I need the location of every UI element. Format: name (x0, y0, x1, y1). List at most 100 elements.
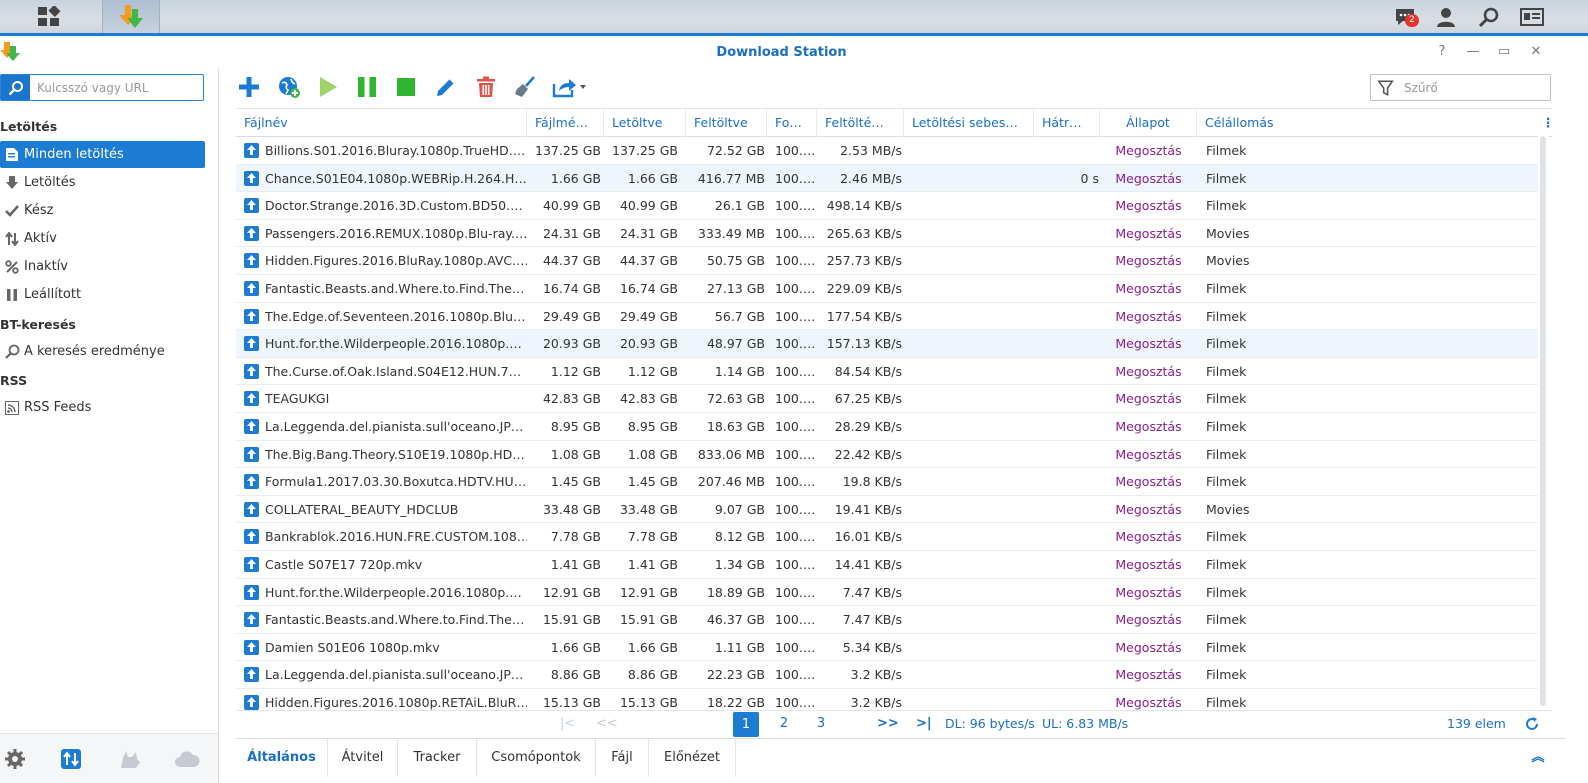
column-header-remaining[interactable]: Hátr… (1034, 109, 1100, 137)
cell-status: Megosztás (1115, 446, 1182, 462)
table-row[interactable]: The.Edge.of.Seventeen.2016.1080p.Blu… 29.… (236, 303, 1538, 331)
sidebar-item-search-results[interactable]: A keresés eredménye (0, 338, 205, 365)
column-header-uploaded[interactable]: Feltöltve (686, 109, 767, 137)
sidebar-item-active[interactable]: Aktív (0, 225, 205, 252)
help-button[interactable]: ? (1434, 44, 1450, 60)
stop-button[interactable] (393, 74, 419, 100)
table-row[interactable]: Doctor.Strange.2016.3D.Custom.BD50.… 40.9… (236, 192, 1538, 220)
column-menu-icon[interactable]: ⋮ (1538, 109, 1552, 137)
column-header-destination[interactable]: Célállomás (1197, 109, 1538, 137)
table-row[interactable]: Formula1.2017.03.30.Boxutca.HDTV.HU… 1.45… (236, 468, 1538, 496)
clear-completed-button[interactable] (512, 74, 538, 100)
share-menu-button[interactable] (551, 74, 587, 100)
last-page-button[interactable]: >| (916, 711, 932, 737)
download-station-taskbar-button[interactable] (102, 0, 160, 33)
sidebar-footer (0, 733, 218, 783)
table-row[interactable]: Fantastic.Beasts.and.Where.to.Find.The… 1… (236, 275, 1538, 303)
next-page-button[interactable]: >> (877, 711, 899, 737)
table-row[interactable]: Billions.S01.2016.Bluray.1080p.TrueHD.… 1… (236, 137, 1538, 165)
cell-uploaded: 22.23 GB (706, 667, 765, 683)
sidebar-item-downloading[interactable]: Letöltés (0, 169, 205, 196)
search-input[interactable] (30, 76, 200, 99)
tab-general[interactable]: Általános (236, 739, 328, 777)
cell-destination: Filmek (1206, 556, 1247, 572)
cell-filename: Fantastic.Beasts.and.Where.to.Find.The… (265, 280, 525, 296)
table-row[interactable]: Castle S07E17 720p.mkv 1.41 GB 1.41 GB 1.34… (236, 551, 1538, 579)
cell-size: 1.45 GB (550, 474, 601, 490)
cell-filename: Fantastic.Beasts.and.Where.to.Find.The… (265, 612, 525, 628)
minimize-button[interactable]: — (1465, 44, 1481, 60)
main-menu-button[interactable] (0, 0, 97, 33)
cell-progress: 100.… (775, 336, 815, 352)
close-button[interactable]: ✕ (1528, 44, 1544, 60)
notifications-button[interactable]: 2 (1385, 0, 1425, 33)
tab-file[interactable]: Fájl (596, 739, 649, 777)
tab-peers[interactable]: Csomópontok (477, 739, 596, 777)
cell-destination: Filmek (1206, 198, 1247, 214)
table-scrollbar[interactable] (1538, 136, 1548, 706)
user-button[interactable] (1426, 0, 1466, 33)
table-row[interactable]: Hidden.Figures.2016.1080p.RETAiL.BluR… 15… (236, 689, 1538, 710)
table-row[interactable]: The.Big.Bang.Theory.S10E19.1080p.HD… 1.08… (236, 441, 1538, 469)
page-2-button[interactable]: 2 (771, 711, 797, 737)
column-header-size[interactable]: Fájlmé… (527, 109, 604, 137)
table-row[interactable]: The.Curse.of.Oak.Island.S04E12.HUN.7… 1.1… (236, 358, 1538, 386)
emule-button[interactable] (115, 744, 145, 774)
sidebar-item-all-downloads[interactable]: Minden letöltés (0, 141, 205, 168)
cloud-button[interactable] (172, 744, 202, 774)
search-button[interactable] (1469, 0, 1509, 33)
table-row[interactable]: Chance.S01E04.1080p.WEBRip.H.264.H… 1.66 … (236, 164, 1538, 193)
cell-destination: Movies (1206, 225, 1250, 241)
column-header-downloaded[interactable]: Letöltve (604, 109, 686, 137)
column-header-upload-speed[interactable]: Feltölté… (817, 109, 904, 137)
table-row[interactable]: La.Leggenda.del.pianista.sull'oceano.JP…… (236, 413, 1538, 441)
table-row[interactable]: Hunt.for.the.Wilderpeople.2016.1080p.… 12… (236, 579, 1538, 607)
cell-size: 8.95 GB (550, 418, 601, 434)
table-row[interactable]: TEAGUKGI 42.83 GB 42.83 GB 72.63 GB 100.… 67.… (236, 385, 1538, 413)
column-header-status[interactable]: Állapot (1100, 109, 1197, 137)
column-header-progress[interactable]: Fo… (767, 109, 817, 137)
add-url-button[interactable] (276, 74, 302, 100)
widgets-button[interactable] (1512, 0, 1552, 33)
table-row[interactable]: COLLATERAL_BEAUTY_HDCLUB 33.48 GB 33.48 GB… (236, 496, 1538, 524)
refresh-button[interactable] (1525, 711, 1545, 737)
tab-tracker[interactable]: Tracker (398, 739, 477, 777)
sidebar-item-done[interactable]: Kész (0, 197, 205, 224)
page-1-button[interactable]: 1 (733, 712, 759, 737)
add-button[interactable] (236, 74, 262, 100)
transfer-mode-button[interactable] (56, 744, 86, 774)
filter-input[interactable] (1400, 76, 1550, 99)
cell-upload-speed: 7.47 KB/s (842, 612, 902, 628)
sidebar-item-inactive[interactable]: Inaktív (0, 253, 205, 280)
table-row[interactable]: La.Leggenda.del.pianista.sull'oceano.JP…… (236, 661, 1538, 689)
sidebar-item-stopped[interactable]: Leállított (0, 281, 205, 308)
table-row[interactable]: Fantastic.Beasts.and.Where.to.Find.The… 1… (236, 606, 1538, 634)
expand-panel-icon[interactable]: ︽ (1524, 739, 1552, 777)
table-row[interactable]: Bankrablok.2016.HUN.FRE.CUSTOM.108… 7.78 … (236, 523, 1538, 551)
table-row[interactable]: Passengers.2016.REMUX.1080p.Blu-ray.… 24.… (236, 220, 1538, 248)
table-row[interactable]: Hidden.Figures.2016.BluRay.1080p.AVC.… 44… (236, 247, 1538, 275)
column-header-download-speed[interactable]: Letöltési sebes… (904, 109, 1034, 137)
maximize-button[interactable]: ▭ (1496, 44, 1512, 60)
edit-button[interactable] (433, 74, 459, 100)
settings-button[interactable] (0, 744, 30, 774)
toolbar (236, 72, 1566, 104)
table-row[interactable]: Hunt.for.the.Wilderpeople.2016.1080p.… 20… (236, 330, 1538, 358)
column-header-filename[interactable]: Fájlnév (236, 109, 527, 137)
prev-page-button[interactable]: << (596, 711, 618, 737)
resume-button[interactable] (315, 74, 341, 100)
table-row[interactable]: Damien S01E06 1080p.mkv 1.66 GB 1.66 GB 1.1… (236, 634, 1538, 662)
delete-button[interactable] (473, 74, 499, 100)
cell-status: Megosztás (1115, 198, 1182, 214)
sidebar-item-rss-feeds[interactable]: RSS Feeds (0, 394, 205, 421)
scrollbar-thumb[interactable] (1540, 136, 1546, 706)
search-icon[interactable] (1, 75, 30, 100)
tab-transfer[interactable]: Átvitel (328, 739, 398, 777)
pause-button[interactable] (354, 74, 380, 100)
first-page-button[interactable]: |< (560, 711, 580, 737)
tab-preview[interactable]: Előnézet (649, 739, 736, 777)
cell-size: 42.83 GB (542, 391, 601, 407)
page-3-button[interactable]: 3 (808, 711, 834, 737)
cell-filename: Castle S07E17 720p.mkv (265, 556, 423, 572)
cell-remaining (1034, 661, 1099, 688)
